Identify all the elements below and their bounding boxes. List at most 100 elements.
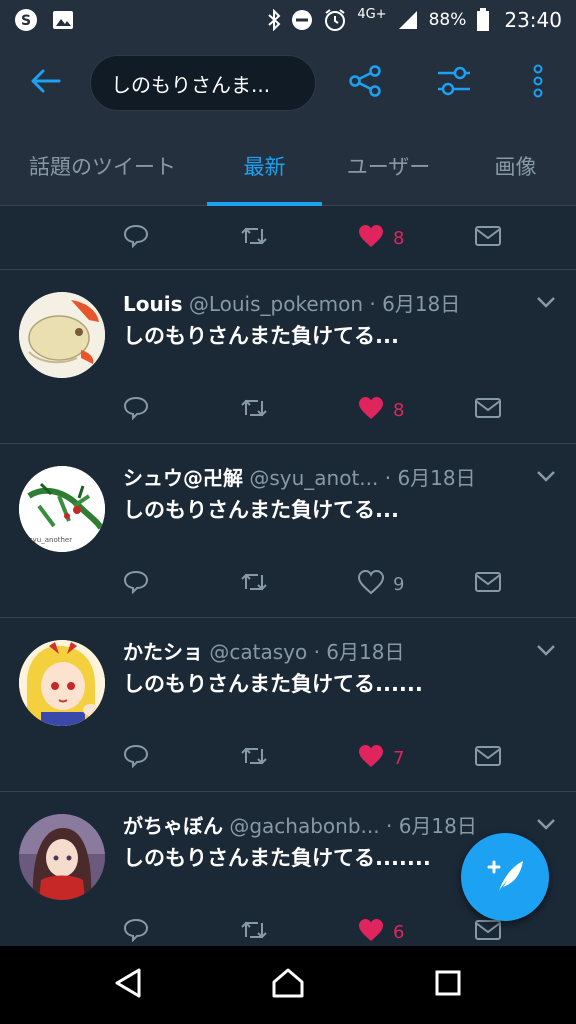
nav-back-button[interactable] bbox=[88, 946, 168, 1024]
tweet-date: 6月18日 bbox=[326, 640, 405, 664]
tweet-item[interactable]: syu_another シュウ@卍解 @syu_anot... · 6月18日 … bbox=[0, 444, 576, 618]
envelope-icon bbox=[474, 571, 502, 597]
tab-users[interactable]: ユーザー bbox=[322, 126, 455, 206]
share-dm-button[interactable] bbox=[474, 390, 502, 430]
envelope-icon bbox=[474, 397, 502, 423]
chevron-down-icon[interactable] bbox=[536, 468, 556, 487]
reply-button[interactable] bbox=[122, 390, 150, 430]
reply-button[interactable] bbox=[122, 218, 150, 258]
heart-filled-icon bbox=[357, 743, 385, 773]
envelope-icon bbox=[474, 745, 502, 771]
battery-percent: 88% bbox=[428, 10, 467, 30]
tweet-actions: 8 bbox=[0, 218, 576, 258]
search-tabs: 話題のツイート 最新 ユーザー 画像 bbox=[0, 126, 576, 206]
like-button[interactable]: 8 bbox=[357, 390, 404, 430]
like-button[interactable]: 6 bbox=[357, 912, 404, 946]
alarm-icon bbox=[323, 8, 347, 32]
like-button[interactable]: 7 bbox=[357, 738, 404, 778]
reply-button[interactable] bbox=[122, 912, 150, 946]
filter-icon bbox=[436, 64, 472, 102]
reply-button[interactable] bbox=[122, 738, 150, 778]
avatar[interactable] bbox=[19, 640, 105, 726]
tweet-item-partial[interactable]: 8 bbox=[0, 206, 576, 270]
share-dm-button[interactable] bbox=[474, 218, 502, 258]
tweet-actions: 8 bbox=[0, 390, 576, 430]
filter-button[interactable] bbox=[424, 40, 484, 126]
reply-icon bbox=[122, 569, 150, 599]
search-query-field[interactable]: しのもりさんま... bbox=[90, 55, 316, 111]
status-bar: S 4G+ 88% 23:40 bbox=[0, 0, 576, 40]
separator-dot: · bbox=[384, 466, 392, 490]
do-not-disturb-icon bbox=[291, 9, 313, 31]
share-dm-button[interactable] bbox=[474, 564, 502, 604]
retweet-button[interactable] bbox=[238, 738, 270, 778]
nav-recents-button[interactable] bbox=[408, 946, 488, 1024]
separator-dot: · bbox=[385, 814, 393, 838]
search-toolbar: しのもりさんま... bbox=[0, 40, 576, 126]
share-button[interactable] bbox=[335, 40, 395, 126]
nav-home-button[interactable] bbox=[248, 946, 328, 1024]
tab-top-tweets[interactable]: 話題のツイート bbox=[0, 126, 205, 206]
network-type: 4G+ bbox=[357, 6, 387, 22]
overflow-menu-button[interactable] bbox=[508, 40, 568, 126]
display-name[interactable]: Louis bbox=[123, 292, 182, 316]
search-query-text: しのもりさんま... bbox=[111, 72, 271, 97]
tweet-item[interactable]: かたショ @catasyo · 6月18日 しのもりさんまた負けてる......… bbox=[0, 618, 576, 792]
handle: @syu_anot... bbox=[249, 466, 379, 490]
signal-icon bbox=[397, 9, 419, 31]
nav-recents-square-icon bbox=[434, 969, 462, 1001]
tab-images[interactable]: 画像 bbox=[455, 126, 576, 206]
retweet-button[interactable] bbox=[238, 218, 270, 258]
chevron-down-icon[interactable] bbox=[536, 642, 556, 661]
tweet-date: 6月18日 bbox=[397, 466, 476, 490]
display-name[interactable]: かたショ bbox=[123, 640, 203, 664]
tweet-header: がちゃぼん @gachabonb... · 6月18日 bbox=[123, 810, 477, 839]
heart-outline-icon bbox=[357, 569, 385, 599]
compose-tweet-button[interactable] bbox=[461, 833, 549, 921]
tweet-text: しのもりさんまた負けてる... bbox=[123, 324, 399, 348]
retweet-button[interactable] bbox=[238, 564, 270, 604]
tweet-date: 6月18日 bbox=[382, 292, 461, 316]
retweet-icon bbox=[238, 743, 270, 773]
tweet-item[interactable]: Louis @Louis_pokemon · 6月18日 しのもりさんまた負けて… bbox=[0, 270, 576, 444]
chevron-down-icon[interactable] bbox=[536, 294, 556, 313]
like-count: 7 bbox=[393, 747, 405, 769]
nav-home-icon bbox=[271, 967, 305, 1003]
envelope-icon bbox=[474, 919, 502, 945]
handle: @Louis_pokemon bbox=[188, 292, 364, 316]
overflow-menu-icon bbox=[532, 64, 544, 102]
like-count: 8 bbox=[393, 227, 405, 249]
handle: @catasyo bbox=[209, 640, 308, 664]
like-count: 8 bbox=[393, 399, 405, 421]
reply-button[interactable] bbox=[122, 564, 150, 604]
tweet-text: しのもりさんまた負けてる....... bbox=[123, 846, 431, 870]
reply-icon bbox=[122, 743, 150, 773]
reply-icon bbox=[122, 917, 150, 946]
display-name[interactable]: シュウ@卍解 bbox=[123, 466, 243, 490]
system-navigation-bar bbox=[0, 946, 576, 1024]
heart-filled-icon bbox=[357, 223, 385, 253]
avatar[interactable] bbox=[19, 292, 105, 378]
tab-latest[interactable]: 最新 bbox=[207, 126, 322, 206]
heart-filled-icon bbox=[357, 917, 385, 946]
reply-icon bbox=[122, 395, 150, 425]
svg-text:S: S bbox=[21, 13, 31, 29]
tweet-date: 6月18日 bbox=[398, 814, 477, 838]
retweet-button[interactable] bbox=[238, 912, 270, 946]
handle: @gachabonb... bbox=[229, 814, 380, 838]
like-button[interactable]: 8 bbox=[357, 218, 404, 258]
share-dm-button[interactable] bbox=[474, 738, 502, 778]
display-name[interactable]: がちゃぼん bbox=[123, 814, 223, 838]
chevron-down-icon[interactable] bbox=[536, 816, 556, 835]
retweet-button[interactable] bbox=[238, 390, 270, 430]
retweet-icon bbox=[238, 569, 270, 599]
like-button[interactable]: 9 bbox=[357, 564, 404, 604]
avatar[interactable] bbox=[19, 814, 105, 900]
retweet-icon bbox=[238, 917, 270, 946]
avatar[interactable]: syu_another bbox=[19, 466, 105, 552]
back-arrow-icon bbox=[29, 67, 61, 99]
back-button[interactable] bbox=[0, 40, 90, 126]
tweet-actions: 9 bbox=[0, 564, 576, 604]
like-count: 6 bbox=[393, 921, 405, 943]
tweet-text: しのもりさんまた負けてる... bbox=[123, 498, 399, 522]
